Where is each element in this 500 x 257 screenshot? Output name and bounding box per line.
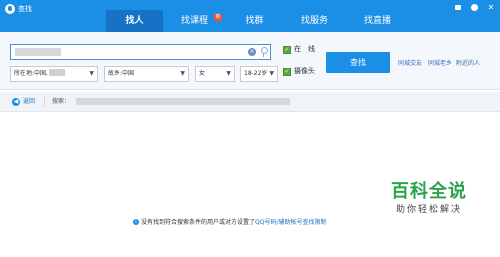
link-nearby-people[interactable]: 附近的人	[456, 60, 480, 68]
tab-find-live[interactable]: 找直播	[346, 10, 409, 32]
hometown-value: 故乡:中国	[108, 70, 135, 77]
chevron-down-icon: ▼	[226, 70, 231, 77]
gender-value: 女	[199, 70, 206, 77]
chevron-down-icon: ▼	[269, 70, 274, 77]
hometown-select[interactable]: 故乡:中国 ▼	[104, 66, 189, 82]
online-checkbox[interactable]: ✓	[283, 46, 291, 54]
location-value: 所在地:中国,	[14, 70, 48, 77]
chevron-down-icon: ▼	[180, 70, 185, 77]
qq-penguin-icon	[5, 4, 15, 14]
close-icon[interactable]: ✕	[486, 3, 496, 13]
redacted-keyword	[15, 48, 61, 56]
lookup-restriction-link[interactable]: QQ号码/辅助帐号查找限制	[255, 219, 326, 226]
tab-find-courses[interactable]: 找课程 新	[163, 10, 226, 32]
empty-text: 没有找到符合搜索条件的用户或对方设置了	[141, 219, 256, 226]
camera-label: 摄像头	[294, 67, 315, 75]
tab-find-groups[interactable]: 找群	[226, 10, 283, 32]
clear-icon[interactable]: ×	[248, 48, 256, 56]
link-same-city-dating[interactable]: 同城交友	[398, 60, 422, 68]
skin-icon[interactable]	[470, 3, 480, 13]
camera-checkbox[interactable]: ✓	[283, 68, 291, 76]
gender-select[interactable]: 女 ▼	[195, 66, 235, 82]
tab-find-people[interactable]: 找人	[106, 10, 163, 32]
redacted-query	[76, 98, 290, 105]
title-bar: 查找 找人 找课程 新 找群 找服务 找直播 ✕	[0, 0, 500, 32]
tab-find-services[interactable]: 找服务	[283, 10, 346, 32]
online-label: 在 线	[294, 45, 315, 53]
link-same-city-hometown[interactable]: 同城老乡	[428, 60, 452, 68]
watermark-title: 百科全说	[391, 181, 467, 202]
watermark-subtitle: 助你轻松解决	[395, 205, 462, 215]
keyword-input[interactable]: ×	[10, 44, 271, 60]
breadcrumb: ◀ 返回 搜索：	[0, 92, 500, 112]
empty-result-message: 没有找到符合搜索条件的用户或对方设置了QQ号码/辅助帐号查找限制	[141, 219, 326, 226]
new-badge: 新	[214, 14, 222, 21]
redacted-location	[48, 69, 65, 76]
back-arrow-icon[interactable]: ◀	[12, 98, 20, 106]
location-select[interactable]: 所在地:中国, ▼	[10, 66, 98, 82]
tab-bar: 找人 找课程 新 找群 找服务 找直播	[106, 10, 409, 32]
message-icon[interactable]	[453, 3, 463, 13]
age-select[interactable]: 18-22岁 ▼	[240, 66, 278, 82]
chevron-down-icon: ▼	[89, 70, 94, 77]
tab-label: 找课程	[180, 16, 208, 26]
search-panel: × ✓ 在 线 ✓ 摄像头 所在地:中国, ▼ 故乡:中国 ▼ 女 ▼ 18-2…	[0, 32, 500, 90]
info-icon: i	[133, 219, 139, 225]
window-title: 查找	[18, 5, 32, 13]
age-value: 18-22岁	[244, 70, 268, 77]
watermark: 百科全说 助你轻松解决	[367, 182, 491, 216]
find-window: 查找 找人 找课程 新 找群 找服务 找直播 ✕ × ✓ 在 线 ✓ 摄像头 所…	[0, 0, 500, 257]
results-area: 百科全说 助你轻松解决 i 没有找到符合搜索条件的用户或对方设置了QQ号码/辅助…	[0, 113, 500, 257]
divider	[44, 96, 45, 107]
search-query-label: 搜索：	[52, 98, 71, 105]
location-pin-icon[interactable]	[260, 47, 268, 57]
search-button[interactable]: 查找	[326, 52, 390, 73]
back-link[interactable]: 返回	[23, 98, 35, 106]
